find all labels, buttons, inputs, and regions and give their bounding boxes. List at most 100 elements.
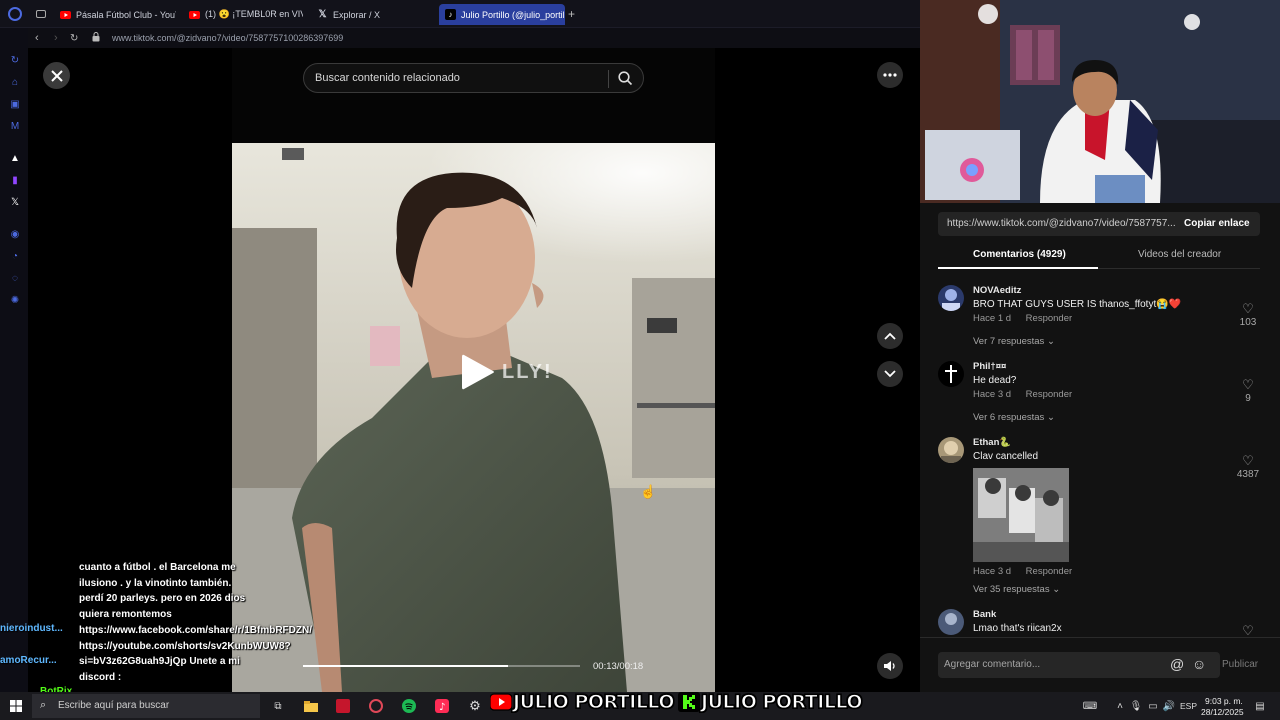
- network-icon[interactable]: ▭: [1145, 698, 1161, 714]
- url-field[interactable]: www.tiktok.com/@zidvano7/video/758775710…: [112, 33, 343, 43]
- aria-icon[interactable]: ▲: [9, 152, 21, 164]
- comment-text: He dead?: [973, 375, 1017, 386]
- mention-icon[interactable]: @: [1170, 656, 1184, 672]
- settings-icon[interactable]: ✺: [9, 294, 21, 306]
- video-time: 00:13/00:18: [593, 661, 644, 672]
- avatar[interactable]: [938, 437, 964, 463]
- close-button[interactable]: [43, 62, 70, 89]
- heart-icon: ♡: [1242, 623, 1254, 636]
- windows-start-icon[interactable]: [8, 698, 24, 714]
- twitch-icon[interactable]: ▮: [9, 174, 21, 186]
- view-replies-label: Ver 7 respuestas: [973, 336, 1045, 347]
- taskbar-search[interactable]: ⌕ Escribe aquí para buscar: [32, 694, 260, 718]
- comment-text: BRO THAT GUYS USER IS thanos_ffotyt😭❤️: [973, 299, 1182, 310]
- comment-time: Hace 3 d: [973, 389, 1012, 400]
- comment-item: Bank Lmao that's riican2x ♡: [938, 609, 1268, 636]
- new-tab-button[interactable]: +: [568, 7, 575, 21]
- clock-time[interactable]: 9:03 p. m.: [1205, 696, 1243, 706]
- comment-username[interactable]: NOVAeditz: [973, 285, 1021, 296]
- robot-icon[interactable]: ⌂: [9, 76, 21, 88]
- avatar[interactable]: [938, 361, 964, 387]
- reply-button[interactable]: Responder: [1026, 566, 1072, 577]
- language-indicator[interactable]: ESP: [1180, 701, 1197, 711]
- view-replies-button[interactable]: Ver 6 respuestas ⌄: [973, 412, 1055, 423]
- more-options-button[interactable]: [877, 62, 903, 88]
- avatar[interactable]: [938, 609, 964, 635]
- comment-item: Ethan🐍 Clav cancelled Hace 3 d Responder…: [938, 437, 1268, 597]
- notifications-icon[interactable]: ▤: [1252, 698, 1268, 714]
- tab-temblor[interactable]: (1) 😮 ¡TEMBL0R en VIVO: [183, 4, 303, 25]
- browser-sidebar: ↻ ⌂ ▣ M ▲ ▮ 𝕏 ◉ ◔ ◌ ✺: [0, 28, 28, 692]
- chat-username: amoRecur...: [0, 655, 57, 666]
- video-progress-bar[interactable]: [303, 665, 580, 667]
- heart-icon: ♡: [1242, 301, 1254, 316]
- history-icon[interactable]: ↻: [9, 54, 21, 66]
- like-button[interactable]: ♡ 103: [1228, 301, 1268, 328]
- speaker-icon[interactable]: 🔊: [1161, 698, 1177, 714]
- comment-text: Lmao that's riican2x: [973, 623, 1062, 634]
- tab-label: Julio Portillo (@julio_portill: [461, 9, 565, 20]
- related-search-input[interactable]: Buscar contenido relacionado: [303, 63, 644, 93]
- add-comment-input[interactable]: Agregar comentario... @ ☺: [938, 652, 1220, 678]
- publish-button[interactable]: Publicar: [1222, 659, 1258, 670]
- like-button[interactable]: ♡ 4387: [1228, 453, 1268, 480]
- clock-date[interactable]: 28/12/2025: [1201, 707, 1244, 717]
- chat-icon[interactable]: ◌: [9, 272, 21, 284]
- comment-username[interactable]: Phil†¤¤: [973, 361, 1006, 372]
- search-icon[interactable]: [618, 71, 633, 89]
- reply-button[interactable]: Responder: [1026, 313, 1072, 324]
- emoji-icon[interactable]: ☺: [1192, 656, 1206, 672]
- tab-comments[interactable]: Comentarios (4929): [973, 249, 1066, 260]
- view-replies-button[interactable]: Ver 35 respuestas ⌄: [973, 584, 1060, 595]
- avatar[interactable]: [938, 285, 964, 311]
- like-button[interactable]: ♡: [1228, 623, 1268, 636]
- youtube-icon: [60, 9, 71, 20]
- bag-icon[interactable]: ▣: [9, 98, 21, 110]
- tab-explorar-x[interactable]: 𝕏 Explorar / X: [311, 4, 431, 25]
- share-url-box[interactable]: https://www.tiktok.com/@zidvano7/video/7…: [938, 212, 1260, 236]
- next-video-button[interactable]: [877, 361, 903, 387]
- tab-label: (1) 😮 ¡TEMBL0R en VIVO: [205, 9, 303, 19]
- spotify-icon[interactable]: [401, 698, 417, 714]
- tray-chevron-icon[interactable]: ˄: [1112, 698, 1128, 714]
- comment-item: NOVAeditz BRO THAT GUYS USER IS thanos_f…: [938, 285, 1268, 347]
- comment-username[interactable]: Bank: [973, 609, 996, 620]
- comment-divider: [920, 637, 1280, 638]
- more-icon: [883, 73, 897, 77]
- messenger-icon[interactable]: M: [9, 120, 21, 132]
- comment-time: Hace 3 d: [973, 566, 1012, 577]
- previous-video-button[interactable]: [877, 323, 903, 349]
- youtube-logo-icon: [490, 693, 512, 711]
- keyboard-icon[interactable]: ⌨: [1082, 698, 1098, 714]
- heart-icon: ♡: [1242, 453, 1254, 468]
- comment-image[interactable]: [973, 468, 1069, 562]
- like-button[interactable]: ♡ 9: [1228, 377, 1268, 404]
- tab-creator-videos[interactable]: Videos del creador: [1138, 249, 1221, 260]
- file-explorer-icon[interactable]: [303, 698, 319, 714]
- clock-icon[interactable]: ◔: [9, 250, 21, 262]
- view-replies-button[interactable]: Ver 7 respuestas ⌄: [973, 336, 1055, 347]
- app-red-icon[interactable]: [335, 698, 351, 714]
- comment-username[interactable]: Ethan🐍: [973, 437, 1011, 448]
- task-view-icon[interactable]: ⧉: [270, 698, 286, 714]
- tab-overview-icon[interactable]: [36, 10, 46, 18]
- volume-button[interactable]: [877, 653, 903, 679]
- copy-link-button[interactable]: Copiar enlace: [1184, 218, 1250, 229]
- opera-gx-icon[interactable]: [368, 698, 384, 714]
- mouse-cursor: ☝: [640, 484, 657, 499]
- tab-pasala[interactable]: Pásala Fútbol Club - YouTu: [54, 4, 176, 25]
- back-icon[interactable]: ‹: [35, 32, 39, 44]
- reload-icon[interactable]: ↻: [70, 33, 78, 44]
- kick-logo-icon: [678, 692, 701, 712]
- browser-menu-icon[interactable]: [8, 7, 22, 21]
- reply-button[interactable]: Responder: [1026, 389, 1072, 400]
- tiktok-app-icon[interactable]: ♪: [434, 698, 450, 714]
- forward-icon[interactable]: ›: [54, 32, 58, 44]
- settings-gear-icon[interactable]: ⚙: [467, 698, 483, 714]
- microphone-icon[interactable]: 🎙: [1128, 698, 1144, 714]
- player-icon[interactable]: ◉: [9, 228, 21, 240]
- close-icon: [50, 69, 63, 82]
- play-icon[interactable]: [458, 352, 498, 392]
- tab-julio-portillo[interactable]: ♪ Julio Portillo (@julio_portill: [439, 4, 565, 25]
- x-sidebar-icon[interactable]: 𝕏: [9, 196, 21, 208]
